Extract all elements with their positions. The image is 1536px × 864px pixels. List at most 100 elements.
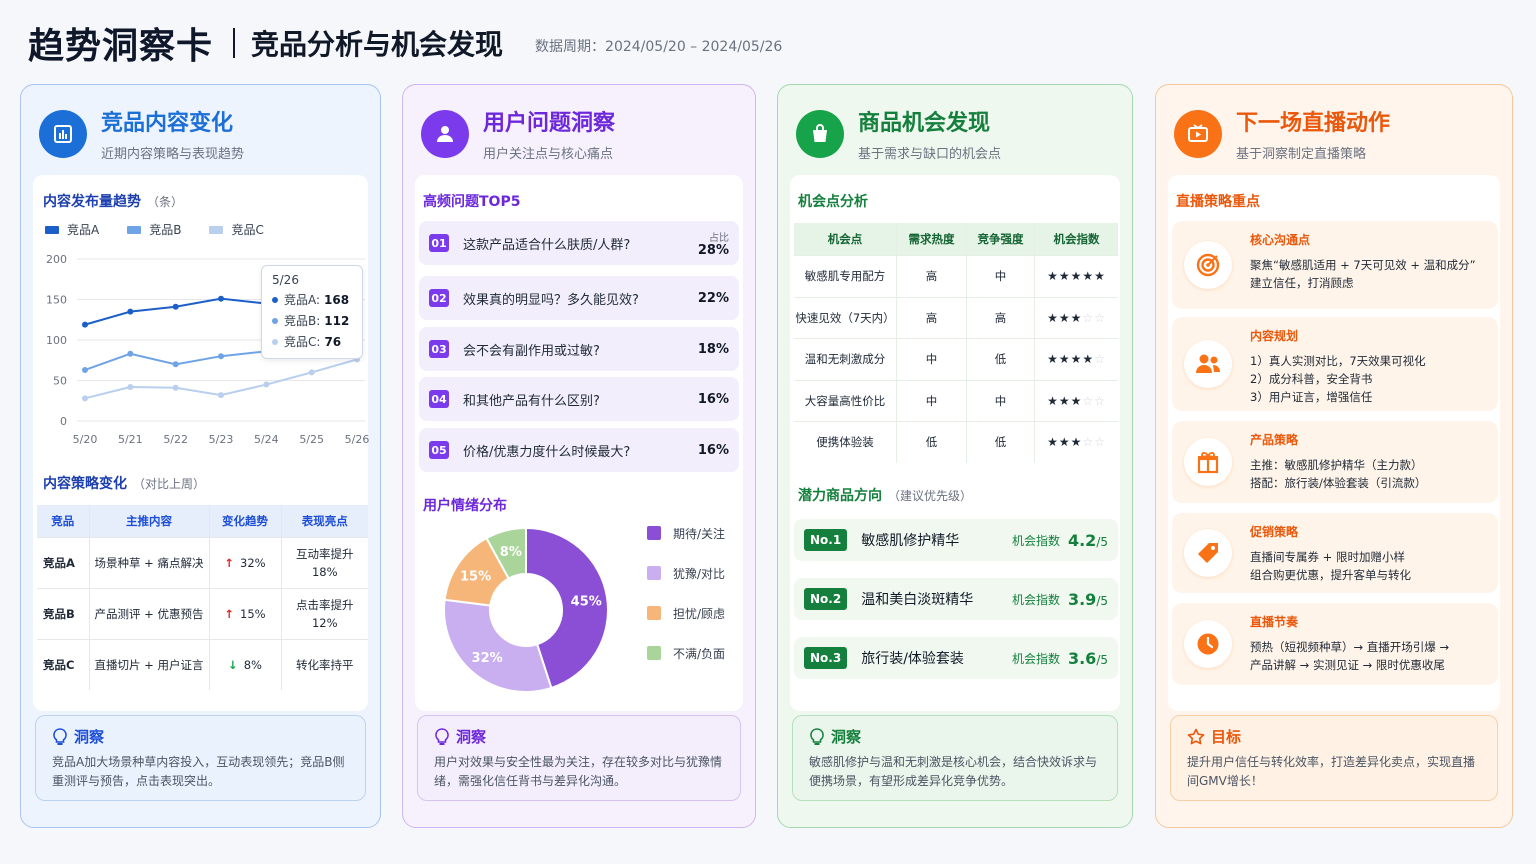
slice-label: 15% (460, 570, 491, 585)
donut-legend: 期待/关注 犹豫/对比 担忧/顾虑 不满/负面 (647, 513, 725, 673)
x-tick-label: 5/26 (345, 433, 370, 445)
insight-box: 洞察 敏感肌修护与温和无刺激是核心机会，结合快效诉求与便携场景，有望形成差异化竞… (792, 715, 1118, 801)
card-title: 商品机会发现 (858, 111, 991, 136)
legend-item-c[interactable]: 竞品C (209, 221, 264, 238)
tag-icon (1184, 529, 1232, 577)
shopping-bag-icon (796, 109, 844, 158)
tooltip-c-label: 竞品C: (284, 335, 321, 349)
card-next-live-action: 下一场直播动作 基于洞察制定直播策略 直播策略重点 核心沟通点 聚焦“敏感肌适用 … (1155, 84, 1513, 828)
data-point (127, 308, 134, 315)
data-point (172, 303, 179, 310)
strategy-item[interactable]: 直播节奏 预热（短视频种草）→ 直播开场引爆 → 产品讲解 → 实测见证 → 限时… (1172, 603, 1498, 685)
y-tick-label: 200 (46, 253, 67, 266)
legend-item-a[interactable]: 竞品A (45, 221, 99, 238)
data-period: 数据周期：2024/05/20 – 2024/05/26 (535, 39, 783, 55)
page-header: 趋势洞察卡 竞品分析与机会发现 数据周期：2024/05/20 – 2024/0… (28, 18, 782, 68)
data-point (218, 353, 224, 360)
goal-box: 目标 提升用户信任与转化效率，打造差异化卖点，实现直播间GMV增长！ (1170, 715, 1498, 801)
chart-title: 内容发布量趋势 （条） (43, 194, 184, 210)
x-tick-label: 5/25 (299, 433, 324, 445)
strategy-item[interactable]: 促销策略 直播间专属券 + 限时加赠小样 组合购更优惠，提升客单与转化 (1172, 513, 1498, 593)
table-row: 敏感肌专用配方高中 ★★★★★ (794, 255, 1118, 297)
table-row: 竞品C 直播切片 + 用户证言 ↓ 8% 转化率持平 (37, 638, 368, 690)
card-subtitle: 基于洞察制定直播策略 (1236, 147, 1367, 162)
card-header: 用户问题洞察 用户关注点与核心痛点 (421, 105, 615, 162)
x-tick-label: 5/20 (73, 433, 98, 445)
top-questions-title: 高频问题TOP5 (423, 194, 521, 210)
insight-box: 洞察 竞品A加大场景种草内容投入，互动表现领先；竞品B侧重测评与预告，点击表现突… (35, 715, 366, 801)
table-row: 温和无刺激成分中低 ★★★★☆ (794, 338, 1118, 380)
insight-title: 洞察 (74, 728, 105, 746)
emotion-title: 用户情绪分布 (423, 498, 507, 514)
donut-slice (443, 598, 553, 693)
legend-item: 期待/关注 (647, 513, 725, 553)
question-item[interactable]: 05 价格/优惠力度什么时候最大? 16% (419, 428, 739, 472)
title-divider (233, 28, 236, 58)
question-item[interactable]: 04 和其他产品有什么区别? 16% (419, 377, 739, 421)
potential-product-item[interactable]: No.3 旅行装/体验套装 机会指数 3.6/5 (794, 637, 1118, 679)
strategy-title: 内容策略变化 （对比上周） (43, 476, 206, 492)
data-point (127, 383, 134, 390)
legend-item: 担忧/顾虑 (647, 593, 725, 633)
card-panel: 内容发布量趋势 （条） 竞品A 竞品B 竞品C 0 50 100 150 200 5/20 5… (33, 175, 370, 711)
potential-product-item[interactable]: No.1 敏感肌修护精华 机会指数 4.2/5 (794, 519, 1118, 561)
trend-up-icon: ↑ (224, 555, 235, 570)
x-tick-label: 5/21 (118, 433, 143, 445)
tooltip-b-label: 竞品B: (284, 314, 321, 328)
legend-item-b[interactable]: 竞品B (127, 221, 181, 238)
question-item[interactable]: 02 效果真的明显吗？多久能见效? 22% (419, 276, 739, 320)
table-row: 竞品A 场景种草 + 痛点解决 ↑ 32% 互动率提升 18% (37, 536, 368, 588)
table-row: 便携体验装低低 ★★★☆☆ (794, 421, 1118, 463)
insight-text: 竞品A加大场景种草内容投入，互动表现领先；竞品B侧重测评与预告，点击表现突出。 (52, 755, 345, 788)
goal-text: 提升用户信任与转化效率，打造差异化卖点，实现直播间GMV增长！ (1187, 755, 1476, 788)
card-panel: 直播策略重点 核心沟通点 聚焦“敏感肌适用 + 7天可见效 + 温和成分” 建立信… (1168, 175, 1500, 711)
target-icon (1184, 241, 1232, 289)
trend-down-icon: ↓ (228, 657, 238, 672)
video-play-icon (1174, 109, 1222, 158)
x-tick-label: 5/22 (163, 433, 188, 445)
ratio-label: 占比 (709, 233, 729, 244)
potential-product-item[interactable]: No.2 温和美白淡斑精华 机会指数 3.9/5 (794, 578, 1118, 620)
chart-tooltip: 5/26 竞品A: 168 竞品B: 112 竞品C: 76 (261, 265, 363, 359)
star-outline-icon (1187, 728, 1205, 744)
emotion-donut-chart: 45% 32% 15% 8% (443, 526, 609, 693)
strategy-item[interactable]: 内容规划 1）真人实测对比，7天效果可视化 2）成分科普，安全背书 3）用户证言，… (1172, 317, 1498, 411)
question-item[interactable]: 01 这款产品适合什么肤质/人群? 占比 28% (419, 221, 739, 265)
x-tick-label: 5/23 (209, 433, 234, 445)
question-item[interactable]: 03 会不会有副作用或过敏? 18% (419, 327, 739, 371)
goal-title: 目标 (1211, 728, 1242, 746)
table-row: 大容量高性价比中中 ★★★☆☆ (794, 379, 1118, 421)
y-tick-label: 150 (46, 294, 67, 307)
lightbulb-icon (810, 727, 824, 745)
star-rating: ★★★☆☆ (1034, 296, 1118, 338)
data-point (82, 321, 88, 328)
insight-text: 敏感肌修护与温和无刺激是核心机会，结合快效诉求与便携场景，有望形成差异化竞争优势… (809, 755, 1098, 788)
tooltip-date: 5/26 (272, 273, 299, 287)
card-header: 下一场直播动作 基于洞察制定直播策略 (1174, 105, 1390, 162)
y-tick-label: 0 (60, 415, 67, 428)
insight-text: 用户对效果与安全性最为关注，存在较多对比与犹豫情绪，需强化信任背书与差异化沟通。 (434, 755, 723, 788)
strategy-item[interactable]: 产品策略 主推：敏感肌修护精华（主力款） 搭配：旅行装/体验套装（引流款） (1172, 421, 1498, 503)
card-subtitle: 用户关注点与核心痛点 (483, 147, 614, 162)
user-icon (421, 109, 469, 158)
star-rating: ★★★☆☆ (1034, 379, 1118, 421)
data-point (218, 295, 224, 302)
lightbulb-icon (53, 727, 67, 745)
star-rating: ★★★★★ (1034, 255, 1118, 297)
strategy-item[interactable]: 核心沟通点 聚焦“敏感肌适用 + 7天可见效 + 温和成分” 建立信任，打消顾虑 (1172, 221, 1498, 309)
legend-item: 犹豫/对比 (647, 553, 725, 593)
data-point (308, 369, 315, 376)
y-tick-label: 100 (46, 334, 67, 347)
opportunity-title: 机会点分析 (798, 194, 868, 210)
card-subtitle: 近期内容策略与表现趋势 (101, 147, 245, 162)
table-row: 竞品B 产品测评 + 优惠预告 ↑ 15% 点击率提升 12% (37, 587, 368, 639)
card-title: 竞品内容变化 (101, 111, 234, 136)
th-highlight: 表现亮点 (280, 505, 368, 537)
opportunity-table: 机会点 需求热度 竞争强度 机会指数 敏感肌专用配方高中 ★★★★★ 快速见效（7… (794, 223, 1118, 463)
th-trend: 变化趋势 (208, 505, 281, 537)
card-product-opportunity: 商品机会发现 基于需求与缺口的机会点 机会点分析 机会点 需求热度 竞争强度 机… (777, 84, 1133, 828)
slice-label: 8% (500, 545, 522, 560)
x-tick-label: 5/24 (254, 433, 279, 445)
gift-icon (1184, 438, 1232, 486)
card-header: 竞品内容变化 近期内容策略与表现趋势 (39, 105, 244, 162)
